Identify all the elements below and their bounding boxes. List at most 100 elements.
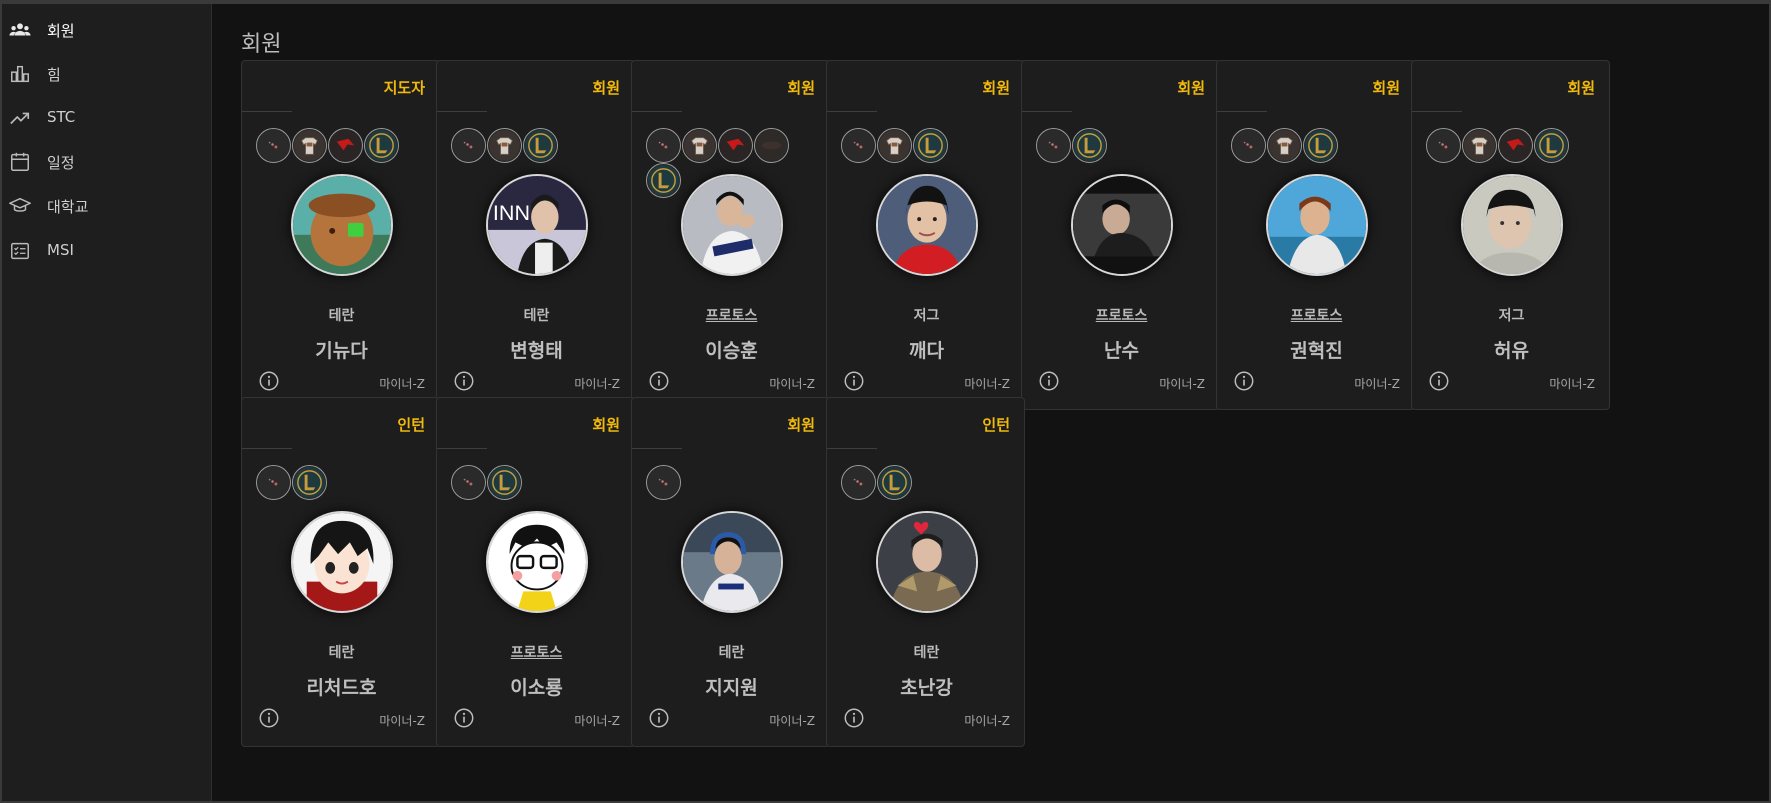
sidebar-item-members[interactable]: 회원 <box>2 11 212 47</box>
sidebar-item-university[interactable]: 대학교 <box>2 187 212 223</box>
league-icon[interactable] <box>1072 128 1107 163</box>
member-avatar[interactable] <box>486 511 588 613</box>
starcraft-icon[interactable] <box>841 128 876 163</box>
member-avatar[interactable] <box>1071 174 1173 276</box>
league-icon[interactable] <box>364 128 399 163</box>
starcraft-icon[interactable] <box>256 465 291 500</box>
sidebar-item-stc[interactable]: STC <box>2 99 212 135</box>
trophy-jersey-icon[interactable] <box>292 128 327 163</box>
member-avatar[interactable] <box>1266 174 1368 276</box>
starcraft-icon[interactable] <box>646 465 681 500</box>
member-name: 초난강 <box>900 677 953 699</box>
member-mod-label: 마이너-Z <box>1159 377 1205 391</box>
sidebar-item-label: 일정 <box>47 154 75 172</box>
league-icon[interactable] <box>1303 128 1338 163</box>
member-card[interactable]: 회원 프로토스 권혁진 마이너-Z <box>1216 60 1415 410</box>
starcraft-icon[interactable] <box>1036 128 1071 163</box>
card-divider <box>437 111 487 112</box>
member-card[interactable]: 회원 프로토스 이승훈 마이너-Z <box>631 60 830 410</box>
league-icon[interactable] <box>877 465 912 500</box>
member-card[interactable]: 회원 저그 깨다 마이너-Z <box>826 60 1025 410</box>
member-mod-label: 마이너-Z <box>574 377 620 391</box>
member-role-label: 회원 <box>787 79 815 97</box>
member-name: 기뉴다 <box>315 340 368 362</box>
members-icon <box>9 23 31 36</box>
dark-badge-icon[interactable] <box>754 128 789 163</box>
member-card[interactable]: 회원 테란 지지원 마이너-Z <box>631 397 830 747</box>
red-flag-icon[interactable] <box>1498 128 1533 163</box>
sidebar-item-power[interactable]: 힘 <box>2 55 212 91</box>
starcraft-icon[interactable] <box>1426 128 1461 163</box>
member-card[interactable]: 지도자 테란 기뉴다 마이너-Z <box>241 60 440 410</box>
sidebar-item-label: MSI <box>47 241 74 259</box>
trophy-jersey-icon[interactable] <box>682 128 717 163</box>
info-icon[interactable] <box>1038 370 1060 392</box>
info-icon[interactable] <box>843 370 865 392</box>
member-avatar[interactable] <box>876 174 978 276</box>
member-avatar[interactable] <box>291 511 393 613</box>
member-role-label: 회원 <box>787 416 815 434</box>
member-name: 난수 <box>1104 340 1139 362</box>
info-icon[interactable] <box>453 707 475 729</box>
member-race: 테란 <box>913 645 940 661</box>
member-mod-label: 마이너-Z <box>574 714 620 728</box>
member-card[interactable]: 회원 프로토스 이소룡 마이너-Z <box>436 397 635 747</box>
red-flag-icon[interactable] <box>328 128 363 163</box>
league-icon[interactable] <box>1534 128 1569 163</box>
trophy-jersey-icon[interactable] <box>1462 128 1497 163</box>
league-icon[interactable] <box>487 465 522 500</box>
member-avatar[interactable] <box>681 174 783 276</box>
member-card[interactable]: 회원 프로토스 난수 마이너-Z <box>1021 60 1220 410</box>
league-icon[interactable] <box>523 128 558 163</box>
sidebar-item-msi[interactable]: MSI <box>2 232 212 268</box>
member-card[interactable]: 인턴 테란 리처드호 마이너-Z <box>241 397 440 747</box>
card-divider <box>632 448 682 449</box>
starcraft-icon[interactable] <box>646 128 681 163</box>
member-name: 허유 <box>1494 340 1529 362</box>
member-mod-label: 마이너-Z <box>379 377 425 391</box>
trophy-jersey-icon[interactable] <box>487 128 522 163</box>
member-avatar[interactable]: INN <box>486 174 588 276</box>
member-mod-label: 마이너-Z <box>1354 377 1400 391</box>
member-race[interactable]: 프로토스 <box>437 642 636 662</box>
member-race[interactable]: 프로토스 <box>1022 305 1221 325</box>
member-role-label: 회원 <box>1372 79 1400 97</box>
trophy-jersey-icon[interactable] <box>877 128 912 163</box>
info-icon[interactable] <box>1428 370 1450 392</box>
member-race[interactable]: 프로토스 <box>1217 305 1416 325</box>
bar-chart-icon <box>11 65 29 83</box>
member-name: 이승훈 <box>705 340 758 362</box>
trophy-jersey-icon[interactable] <box>1267 128 1302 163</box>
info-icon[interactable] <box>1233 370 1255 392</box>
info-icon[interactable] <box>258 370 280 392</box>
league-icon[interactable] <box>913 128 948 163</box>
member-card[interactable]: 인턴 테란 초난강 마이너-Z <box>826 397 1025 747</box>
starcraft-icon[interactable] <box>451 128 486 163</box>
sidebar-item-label: STC <box>47 108 76 126</box>
info-icon[interactable] <box>258 707 280 729</box>
sidebar-item-label: 대학교 <box>47 198 89 216</box>
starcraft-icon[interactable] <box>256 128 291 163</box>
member-card[interactable]: 회원 저그 허유 마이너-Z <box>1411 60 1610 410</box>
red-flag-icon[interactable] <box>718 128 753 163</box>
member-avatar[interactable] <box>1461 174 1563 276</box>
info-icon[interactable] <box>648 707 670 729</box>
league-icon[interactable] <box>292 465 327 500</box>
member-mod-label: 마이너-Z <box>379 714 425 728</box>
sidebar-item-schedule[interactable]: 일정 <box>2 143 212 179</box>
member-mod-label: 마이너-Z <box>769 714 815 728</box>
starcraft-icon[interactable] <box>451 465 486 500</box>
info-icon[interactable] <box>648 370 670 392</box>
starcraft-icon[interactable] <box>1231 128 1266 163</box>
member-avatar[interactable] <box>876 511 978 613</box>
member-race[interactable]: 프로토스 <box>632 305 831 325</box>
member-name: 리처드호 <box>306 677 377 699</box>
starcraft-icon[interactable] <box>841 465 876 500</box>
info-icon[interactable] <box>453 370 475 392</box>
member-card[interactable]: 회원 INN 테란 변형태 마이너-Z <box>436 60 635 410</box>
league-icon[interactable] <box>646 163 681 198</box>
member-avatar[interactable] <box>291 174 393 276</box>
info-icon[interactable] <box>843 707 865 729</box>
member-avatar[interactable] <box>681 511 783 613</box>
member-role-label: 인턴 <box>982 416 1010 434</box>
